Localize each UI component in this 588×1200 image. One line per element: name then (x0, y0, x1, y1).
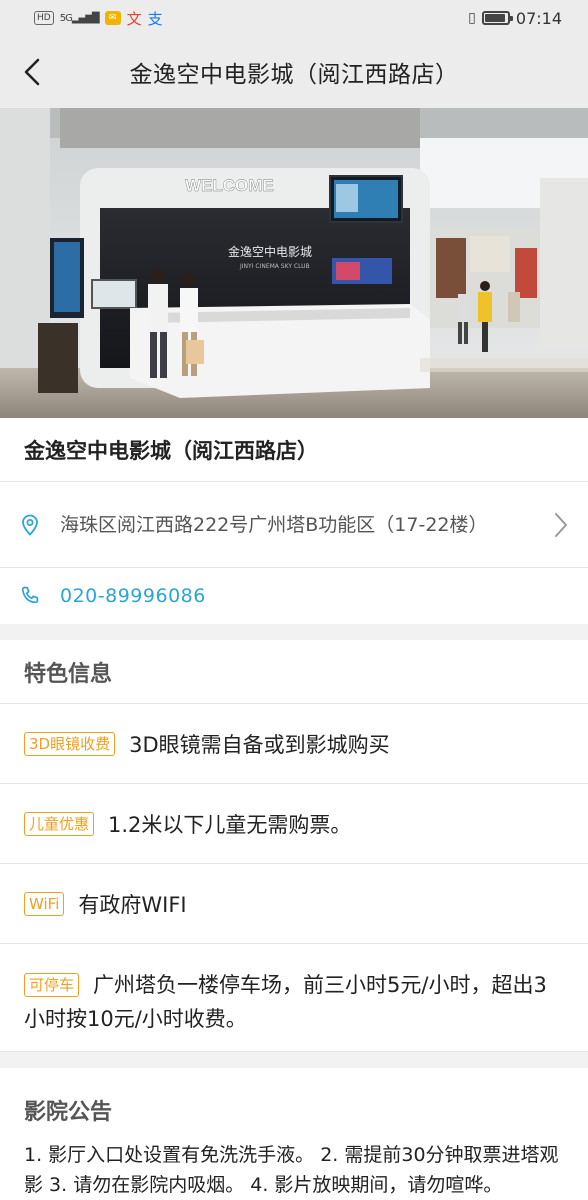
feature-tag: WiFi (24, 891, 65, 916)
status-bar-right: ▯ 07:14 (468, 9, 562, 28)
clock: 07:14 (515, 8, 562, 28)
phone-icon (21, 586, 39, 604)
page-title: 金逸空中电影城（阅江西路店） (129, 62, 459, 88)
feature-text: 有政府WIFI (78, 892, 187, 917)
photo-logo-sub: JINYI CINEMA SKY CLUB (239, 263, 310, 270)
notice-section: 影院公告 1. 影厅入口处设置有免洗洗手液。 2. 需提前30分钟取票进塔观影 … (0, 1068, 588, 1200)
feature-text: 1.2米以下儿童无需购票。 (108, 812, 352, 837)
feature-tag: 儿童优惠 (24, 811, 95, 836)
phone-row[interactable]: 020-89996086 (0, 568, 588, 624)
features-section: 特色信息 3D眼镜收费 3D眼镜需自备或到影城购买 儿童优惠 1.2米以下儿童无… (0, 640, 588, 1052)
features-title: 特色信息 (0, 640, 588, 704)
cinema-photo: WELCOME 金逸空中电影城 JINYI CINEMA SKY CLUB (0, 108, 588, 418)
back-button[interactable] (14, 54, 50, 90)
hd-badge: HD (34, 11, 54, 25)
battery-level (484, 14, 505, 22)
location-pin-icon (22, 514, 38, 536)
phone-number: 020-89996086 (60, 585, 206, 607)
address-text: 海珠区阅江西路222号广州塔B功能区（17-22楼） (60, 513, 488, 536)
feature-item-parking: 可停车 广州塔负一楼停车场，前三小时5元/小时，超出3小时按10元/小时收费。 (0, 944, 588, 1052)
section-gap (0, 1052, 588, 1068)
feature-item-3d-glasses: 3D眼镜收费 3D眼镜需自备或到影城购买 (0, 704, 588, 784)
feature-tag: 3D眼镜收费 (24, 731, 116, 756)
app-icon-wen: 文 (126, 9, 142, 28)
feature-text: 3D眼镜需自备或到影城购买 (129, 732, 390, 757)
signal-icon: 5G▂▄▆█ (59, 12, 100, 24)
vibrate-icon: ▯ (468, 10, 476, 26)
nav-bar: 金逸空中电影城（阅江西路店） (0, 36, 588, 108)
feature-text: 广州塔负一楼停车场，前三小时5元/小时，超出3小时按10元/小时收费。 (24, 973, 547, 1031)
cinema-info-card: 金逸空中电影城（阅江西路店） 海珠区阅江西路222号广州塔B功能区（17-22楼… (0, 418, 588, 624)
feature-tag: 可停车 (24, 973, 80, 997)
cinema-name: 金逸空中电影城（阅江西路店） (0, 418, 588, 482)
address-row[interactable]: 海珠区阅江西路222号广州塔B功能区（17-22楼） (0, 482, 588, 568)
chevron-right-icon (555, 512, 567, 537)
notice-title: 影院公告 (24, 1100, 113, 1125)
feature-item-children: 儿童优惠 1.2米以下儿童无需购票。 (0, 784, 588, 864)
photo-sign-text: WELCOME (185, 176, 274, 195)
mail-icon: ✉ (104, 11, 121, 25)
section-gap (0, 624, 588, 640)
feature-item-wifi: WiFi 有政府WIFI (0, 864, 588, 944)
status-bar: HD 5G▂▄▆█ ✉ 文 支 ▯ 07:14 (0, 0, 588, 36)
battery-icon (481, 11, 513, 25)
app-icon-alipay: 支 (147, 9, 163, 28)
photo-logo-text: 金逸空中电影城 (228, 244, 312, 259)
status-bar-left: HD 5G▂▄▆█ ✉ 文 支 (34, 8, 163, 29)
chevron-left-icon (24, 58, 40, 86)
notice-text: 1. 影厅入口处设置有免洗洗手液。 2. 需提前30分钟取票进塔观影 3. 请勿… (24, 1144, 559, 1196)
signal-label: 5G (59, 12, 73, 24)
